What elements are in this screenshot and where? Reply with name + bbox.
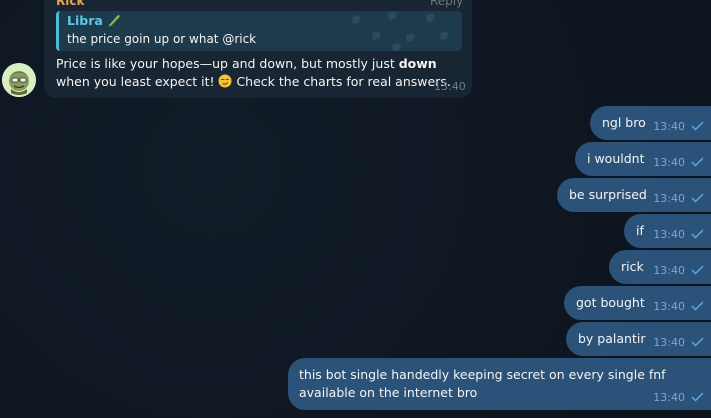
parrot-icon [108, 15, 120, 27]
message-text: by palantir [578, 331, 646, 346]
smirk-face-icon [218, 74, 232, 88]
message-timestamp: 13:40 [653, 264, 685, 277]
message-timestamp: 13:40 [653, 228, 685, 241]
sender-name[interactable]: Rick [56, 0, 84, 8]
read-check-icon [691, 229, 704, 239]
message-text: got bought [576, 295, 645, 310]
outgoing-message[interactable]: ngl bro 13:40 [590, 106, 711, 140]
outgoing-message[interactable]: by palantir 13:40 [566, 322, 711, 356]
chat-area: Rick Reply Libra the price goin up or wh… [0, 0, 711, 418]
read-check-icon [691, 392, 704, 402]
message-text: this bot single handedly keeping secret … [299, 367, 666, 400]
read-check-icon [691, 121, 704, 131]
message-text: be surprised [569, 187, 647, 202]
message-timestamp: 13:40 [653, 192, 685, 205]
outgoing-message[interactable]: got bought 13:40 [564, 286, 711, 320]
message-timestamp: 13:40 [653, 120, 685, 133]
message-text: rick [621, 259, 644, 274]
avatar-portrait-icon [2, 63, 36, 97]
quote-text: the price goin up or what @rick [67, 32, 257, 46]
message-timestamp: 13:40 [653, 300, 685, 313]
message-timestamp: 13:40 [653, 156, 685, 169]
quote-author: Libra [67, 13, 103, 28]
bold-word: down [398, 56, 437, 71]
avatar[interactable] [2, 63, 36, 97]
quoted-reply[interactable]: Libra the price goin up or what @rick [56, 11, 462, 51]
message-text: ngl bro [602, 115, 646, 130]
message-text: if [636, 223, 644, 238]
read-check-icon [691, 337, 704, 347]
quote-background-pattern [352, 11, 449, 51]
message-text: i wouldnt [587, 151, 645, 166]
read-check-icon [691, 265, 704, 275]
read-check-icon [691, 157, 704, 167]
message-timestamp: 13:40 [653, 391, 685, 404]
outgoing-message[interactable]: i wouldnt 13:40 [575, 142, 711, 176]
read-check-icon [691, 193, 704, 203]
reply-button[interactable]: Reply [430, 0, 711, 8]
incoming-message-text: Price is like your hopes—up and down, bu… [56, 56, 451, 89]
outgoing-message[interactable]: if 13:40 [624, 214, 711, 248]
message-timestamp: 13:40 [434, 80, 466, 93]
read-check-icon [691, 301, 704, 311]
outgoing-message[interactable]: rick 13:40 [609, 250, 711, 284]
outgoing-message[interactable]: be surprised 13:40 [557, 178, 711, 212]
message-timestamp: 13:40 [653, 336, 685, 349]
outgoing-message[interactable]: this bot single handedly keeping secret … [288, 358, 711, 410]
